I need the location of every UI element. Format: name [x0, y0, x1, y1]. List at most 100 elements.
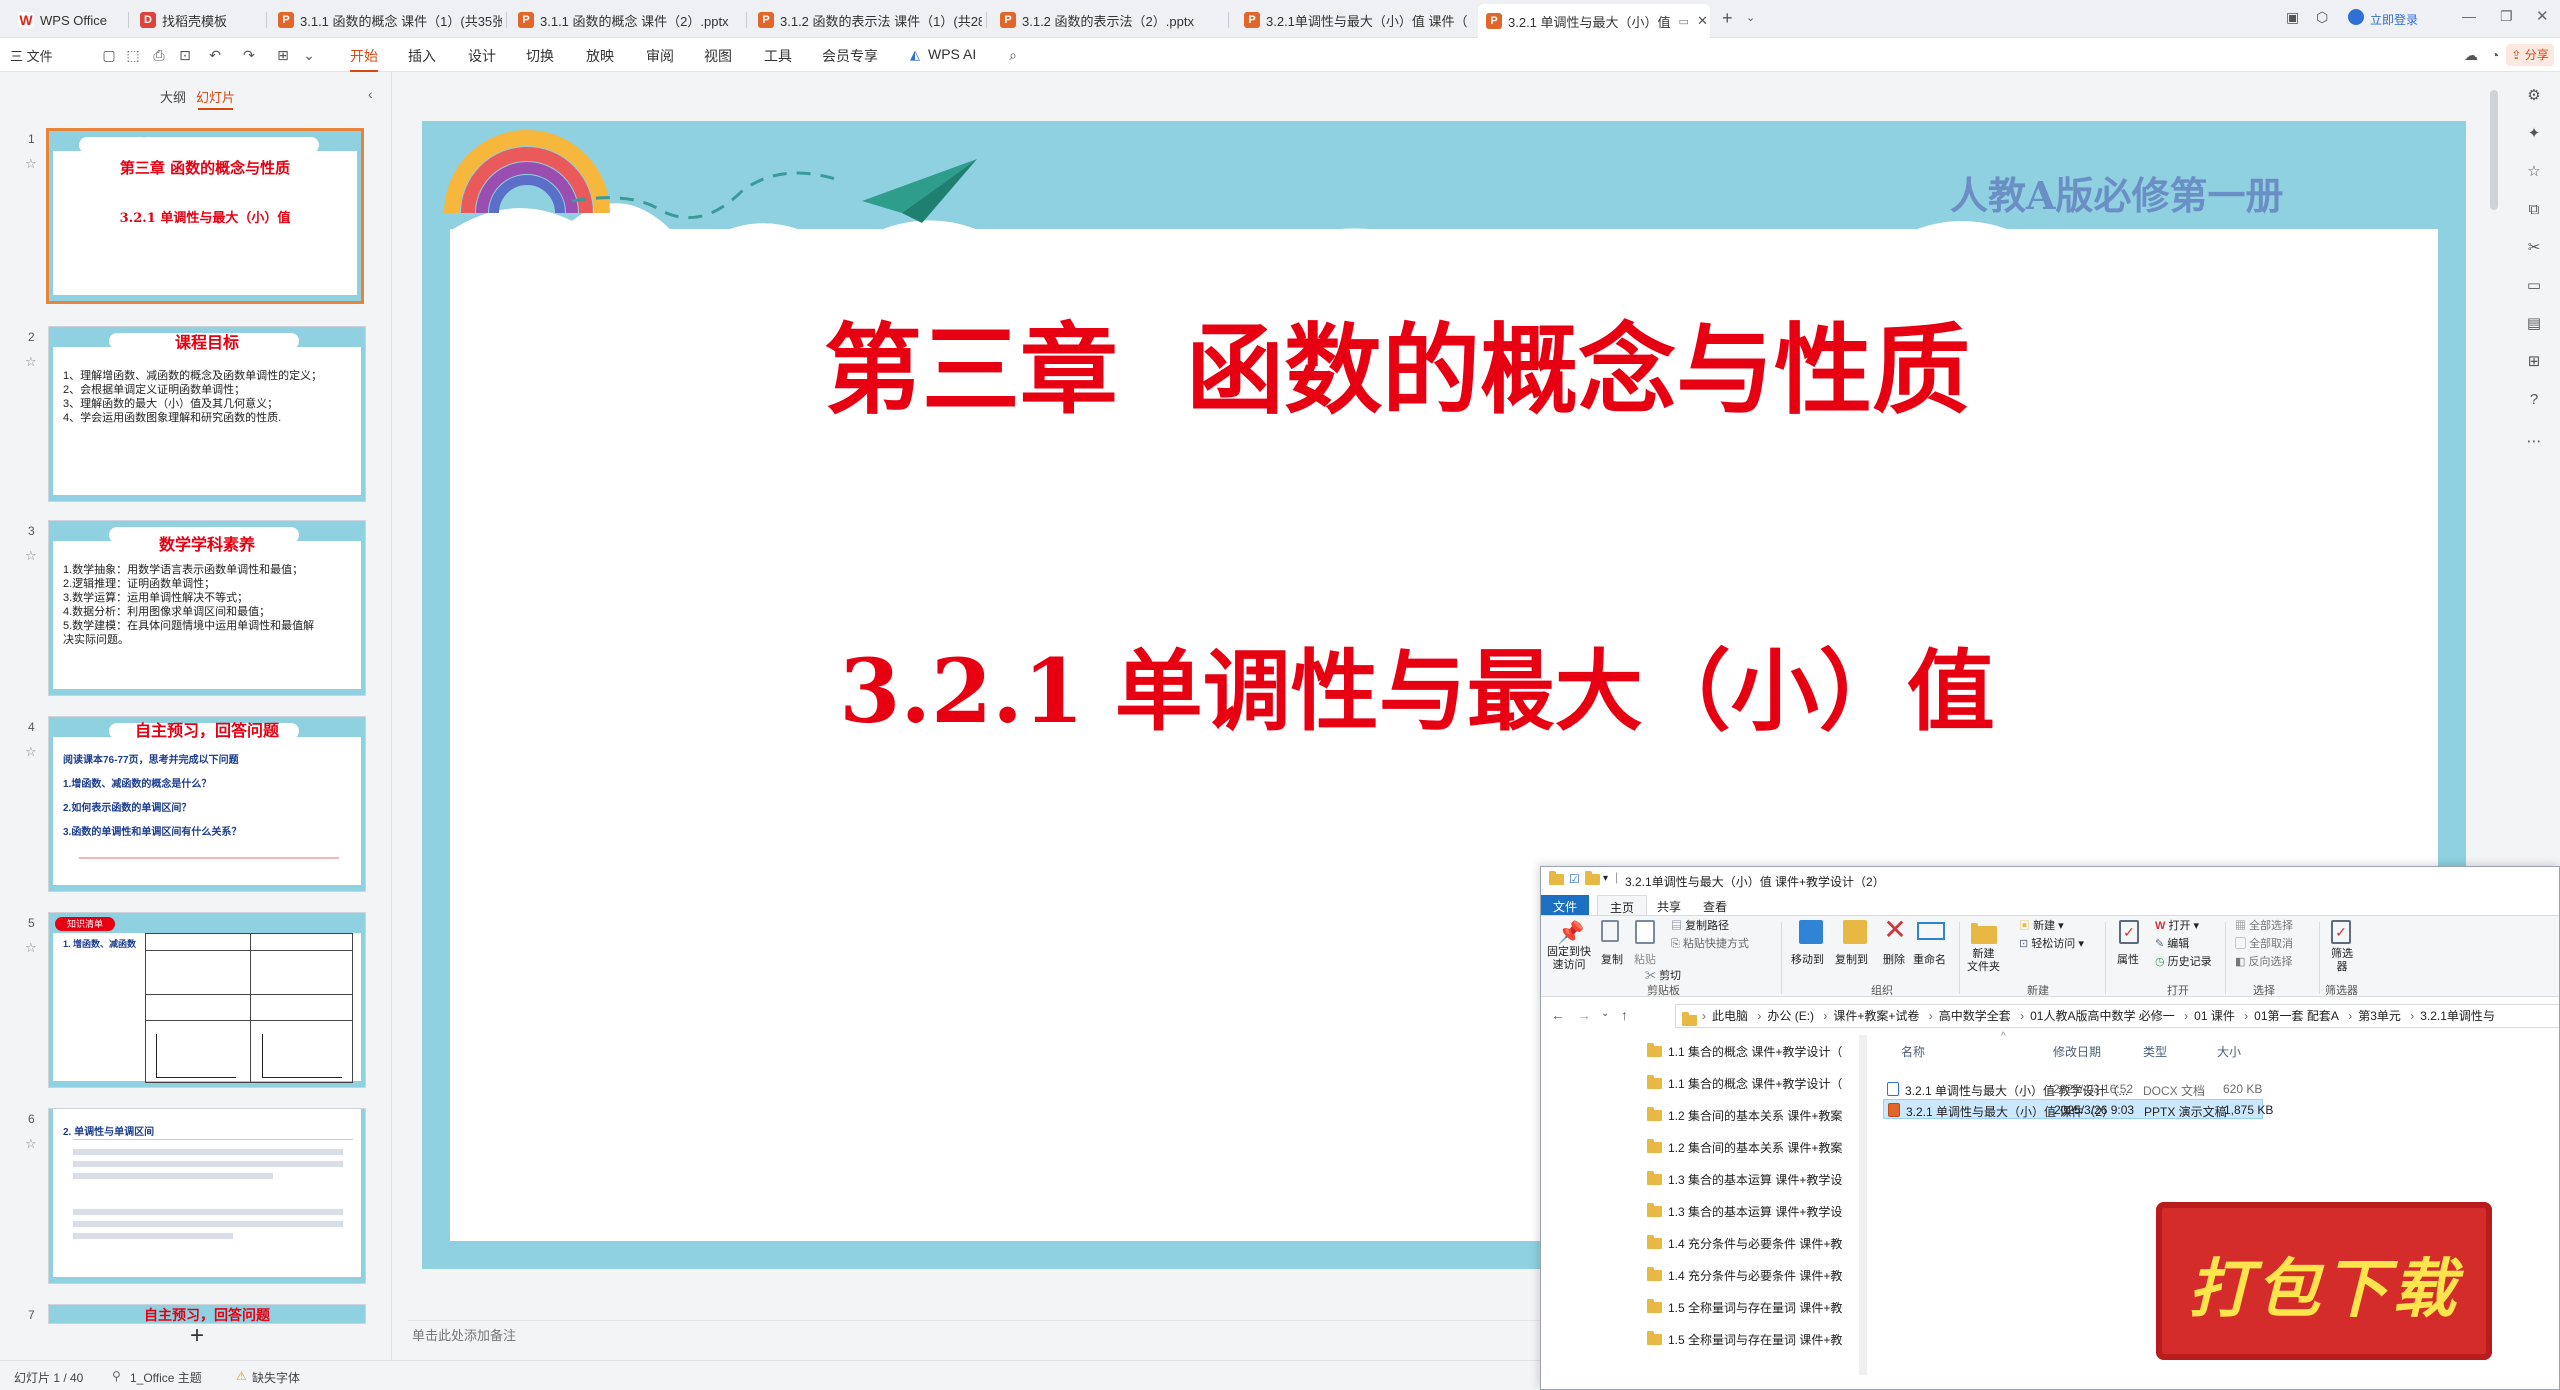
delete-button[interactable]: 删除: [1883, 954, 1905, 967]
slide-thumbnail[interactable]: 数学学科素养 1.数学抽象：用数学语言表示函数单调性和最值； 2.逻辑推理：证明…: [48, 520, 366, 696]
nav-folder[interactable]: 1.4 充分条件与必要条件 课件+教: [1647, 1235, 1842, 1253]
menu-slideshow[interactable]: 放映: [586, 46, 614, 66]
account-icon[interactable]: ◔: [2486, 46, 2504, 64]
nav-folder[interactable]: 1.1 集合的概念 课件+教学设计（: [1647, 1043, 1842, 1061]
column-header-date[interactable]: 修改日期: [2053, 1043, 2101, 1060]
tab-slides[interactable]: 幻灯片: [196, 87, 235, 110]
tab-file[interactable]: 文件: [1541, 895, 1590, 915]
tab-document[interactable]: P 3.1.1 函数的概念 课件（1）(共35张: [270, 4, 502, 36]
settings-icon[interactable]: ⚙: [2524, 86, 2544, 106]
login-link[interactable]: 立即登录: [2370, 11, 2418, 28]
file-menu[interactable]: 三 文件: [10, 46, 53, 65]
nav-scrollbar[interactable]: [1859, 1035, 1867, 1375]
forward-icon[interactable]: →: [1577, 1007, 1591, 1023]
close-window-icon[interactable]: ✕: [2536, 7, 2549, 25]
tab-document[interactable]: P 3.1.2 函数的表示法 课件（1）(共28: [750, 4, 982, 36]
edit-button[interactable]: ✎ 编辑: [2155, 938, 2189, 951]
add-slide-button[interactable]: +: [190, 1322, 204, 1350]
missing-font-button[interactable]: 缺失字体: [252, 1369, 300, 1386]
menu-tools[interactable]: 工具: [764, 46, 792, 66]
menu-home[interactable]: 开始: [350, 46, 378, 72]
star-icon[interactable]: ☆: [25, 548, 37, 564]
nav-folder[interactable]: 1.2 集合间的基本关系 课件+教案: [1647, 1139, 1842, 1157]
tab-active-document[interactable]: P 3.2.1 单调性与最大（小）值 ▭ ✕: [1478, 4, 1710, 38]
nav-folder[interactable]: 1.5 全称量词与存在量词 课件+教: [1647, 1299, 1842, 1317]
menu-insert[interactable]: 插入: [408, 46, 436, 66]
star-icon[interactable]: ☆: [25, 940, 37, 956]
slide-thumbnail[interactable]: 自主预习，回答问题: [48, 1304, 366, 1324]
share-button[interactable]: ⇪ 分享: [2506, 44, 2554, 66]
open-button[interactable]: W 打开 ▾: [2155, 920, 2199, 933]
slide-thumbnail[interactable]: 第三章 函数的概念与性质 3.2.1 单调性与最大（小）值: [46, 128, 364, 304]
address-bar[interactable]: › 此电脑 › 办公 (E:) › 课件+教案+试卷 › 高中数学全套 › 01人教A版高…: [1675, 1004, 2559, 1028]
format-painter-icon[interactable]: ⊞: [274, 46, 292, 64]
preview-icon[interactable]: ⊡: [176, 46, 194, 64]
menu-review[interactable]: 审阅: [646, 46, 674, 66]
tab-home[interactable]: 主页: [1597, 895, 1648, 915]
nav-folder[interactable]: 1.5 全称量词与存在量词 课件+教: [1647, 1331, 1842, 1349]
theme-name[interactable]: 1_Office 主题: [130, 1369, 202, 1386]
notes-placeholder[interactable]: 单击此处添加备注: [412, 1325, 516, 1344]
slide-thumbnail[interactable]: 课程目标 1、理解增函数、减函数的概念及函数单调性的定义； 2、会根据单调定义证…: [48, 326, 366, 502]
invert-selection-button[interactable]: ◧ 反向选择: [2235, 956, 2292, 969]
tab-wps-office[interactable]: W WPS Office: [10, 4, 130, 36]
download-package-button[interactable]: 打包下载: [2156, 1202, 2492, 1360]
nav-folder[interactable]: 1.1 集合的概念 课件+教学设计（: [1647, 1075, 1842, 1093]
column-header-type[interactable]: 类型: [2143, 1043, 2167, 1060]
file-row[interactable]: 3.2.1 单调性与最大（小）值 教学设计（... 2025/4/3 16:52…: [1883, 1079, 2263, 1099]
rename-button[interactable]: 重命名: [1913, 954, 1946, 967]
nav-folder[interactable]: 1.3 集合的基本运算 课件+教学设: [1647, 1171, 1842, 1189]
close-icon[interactable]: ✕: [1697, 13, 1708, 29]
table-icon[interactable]: ⊞: [2524, 352, 2544, 372]
checkbox-icon[interactable]: ☑: [1569, 872, 1580, 886]
nav-folder[interactable]: 1.2 集合间的基本关系 课件+教案: [1647, 1107, 1842, 1125]
slide-thumbnail[interactable]: 知识清单 1. 增函数、减函数: [48, 912, 366, 1088]
menu-view[interactable]: 视图: [704, 46, 732, 66]
new-item-button[interactable]: ▣ 新建 ▾: [2019, 920, 2064, 933]
star-icon[interactable]: ☆: [25, 744, 37, 760]
tab-document[interactable]: P 3.1.2 函数的表示法（2）.pptx: [992, 4, 1224, 36]
magic-icon[interactable]: ✦: [2524, 124, 2544, 144]
slide-section-title[interactable]: 3.2.1 单调性与最大（小）值: [422, 621, 2262, 748]
column-header-name[interactable]: 名称: [1901, 1043, 1925, 1060]
cloud-icon[interactable]: ☁: [2462, 46, 2480, 64]
menu-transition[interactable]: 切换: [526, 46, 554, 66]
collapse-panel-icon[interactable]: ‹: [368, 86, 373, 102]
filter-button[interactable]: 筛选 器: [2331, 948, 2353, 974]
search-icon[interactable]: ⌕: [1004, 46, 1022, 64]
paste-button[interactable]: 粘贴: [1631, 954, 1659, 967]
minimize-icon[interactable]: —: [2462, 8, 2476, 24]
print-icon[interactable]: ⎙: [150, 46, 168, 64]
new-folder-button[interactable]: 新建 文件夹: [1967, 948, 2000, 974]
menu-wps-ai[interactable]: WPS AI: [928, 46, 976, 62]
monitor-icon[interactable]: ▭: [1679, 15, 1689, 28]
copy-to-button[interactable]: 复制到: [1835, 954, 1868, 967]
select-none-button[interactable]: ▢ 全部取消: [2235, 938, 2293, 951]
nav-folder[interactable]: 1.3 集合的基本运算 课件+教学设: [1647, 1203, 1842, 1221]
menu-member[interactable]: 会员专享: [822, 46, 878, 66]
chevron-down-icon[interactable]: ⌄: [1746, 11, 1755, 24]
recent-locations-icon[interactable]: ⌄: [1601, 1008, 1609, 1019]
slide-thumbnail[interactable]: 自主预习，回答问题 阅读课本76-77页，思考并完成以下问题 1.增函数、减函数…: [48, 716, 366, 892]
tab-outline[interactable]: 大纲: [160, 87, 186, 106]
chevron-down-icon[interactable]: ⌄: [300, 46, 318, 64]
copy-icon[interactable]: ⧉: [2524, 200, 2544, 220]
star-icon[interactable]: ☆: [25, 156, 37, 172]
file-row-selected[interactable]: 3.2.1 单调性与最大（小）值 课件（2） 2025/3/26 9:03 PP…: [1883, 1099, 2273, 1119]
window-layout-icon[interactable]: ▣: [2286, 9, 2299, 26]
slide-thumbnail[interactable]: 2. 单调性与单调区间: [48, 1108, 366, 1284]
back-icon[interactable]: ←: [1551, 1007, 1565, 1023]
tools-icon[interactable]: ✂: [2524, 238, 2544, 258]
move-to-button[interactable]: 移动到: [1791, 954, 1824, 967]
paste-shortcut-button[interactable]: ⎘ 粘贴快捷方式: [1671, 938, 1749, 951]
tab-share[interactable]: 共享: [1645, 895, 1693, 915]
history-button[interactable]: ◷ 历史记录: [2155, 956, 2212, 969]
star-icon[interactable]: ☆: [25, 354, 37, 370]
nav-folder[interactable]: 1.4 充分条件与必要条件 课件+教: [1647, 1267, 1842, 1285]
layout-icon[interactable]: ▭: [2524, 276, 2544, 296]
undo-icon[interactable]: ↶: [206, 46, 224, 64]
star-icon[interactable]: ☆: [25, 1136, 37, 1152]
restore-icon[interactable]: ❐: [2500, 8, 2513, 25]
copy-path-button[interactable]: ▤ 复制路径: [1671, 920, 1729, 933]
new-tab-icon[interactable]: +: [1722, 8, 1733, 29]
